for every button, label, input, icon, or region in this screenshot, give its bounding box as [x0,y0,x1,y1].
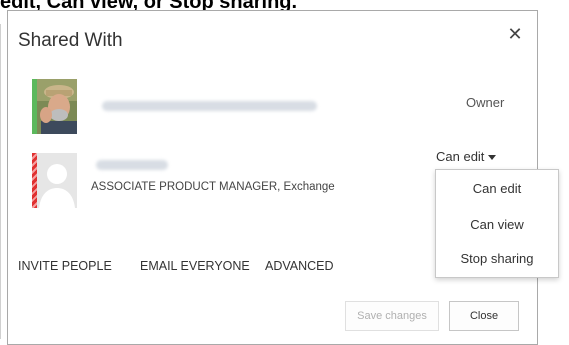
permission-label: Can edit [436,149,485,164]
profile-photo [37,79,77,134]
menu-item-can-view[interactable]: Can view [436,208,558,242]
close-icon[interactable]: ✕ [505,24,525,44]
dialog-title: Shared With [18,30,123,51]
permission-dropdown-menu: Can edit Can view Stop sharing [435,169,559,278]
menu-item-can-edit[interactable]: Can edit [436,172,558,206]
shared-person-owner: Owner [32,79,542,135]
email-everyone-link[interactable]: EMAIL EVERYONE [140,259,250,273]
person-name-redacted [96,160,168,170]
avatar[interactable] [32,79,77,134]
advanced-link[interactable]: ADVANCED [265,259,334,273]
permission-dropdown-button[interactable]: Can edit [436,149,497,164]
person-name-redacted [102,101,317,111]
person-placeholder-icon [37,153,77,208]
person-job-title: ASSOCIATE PRODUCT MANAGER, Exchange [91,181,335,193]
person-silhouette-icon [37,153,77,208]
chevron-down-icon [488,155,497,161]
profile-photo-image [37,79,77,134]
save-changes-button[interactable]: Save changes [345,301,439,331]
invite-people-link[interactable]: INVITE PEOPLE [18,259,112,273]
close-button[interactable]: Close [449,301,519,331]
background-window-edge [0,24,1,339]
menu-item-stop-sharing[interactable]: Stop sharing [436,242,558,276]
owner-role-label: Owner [466,95,505,110]
avatar[interactable] [32,153,77,208]
